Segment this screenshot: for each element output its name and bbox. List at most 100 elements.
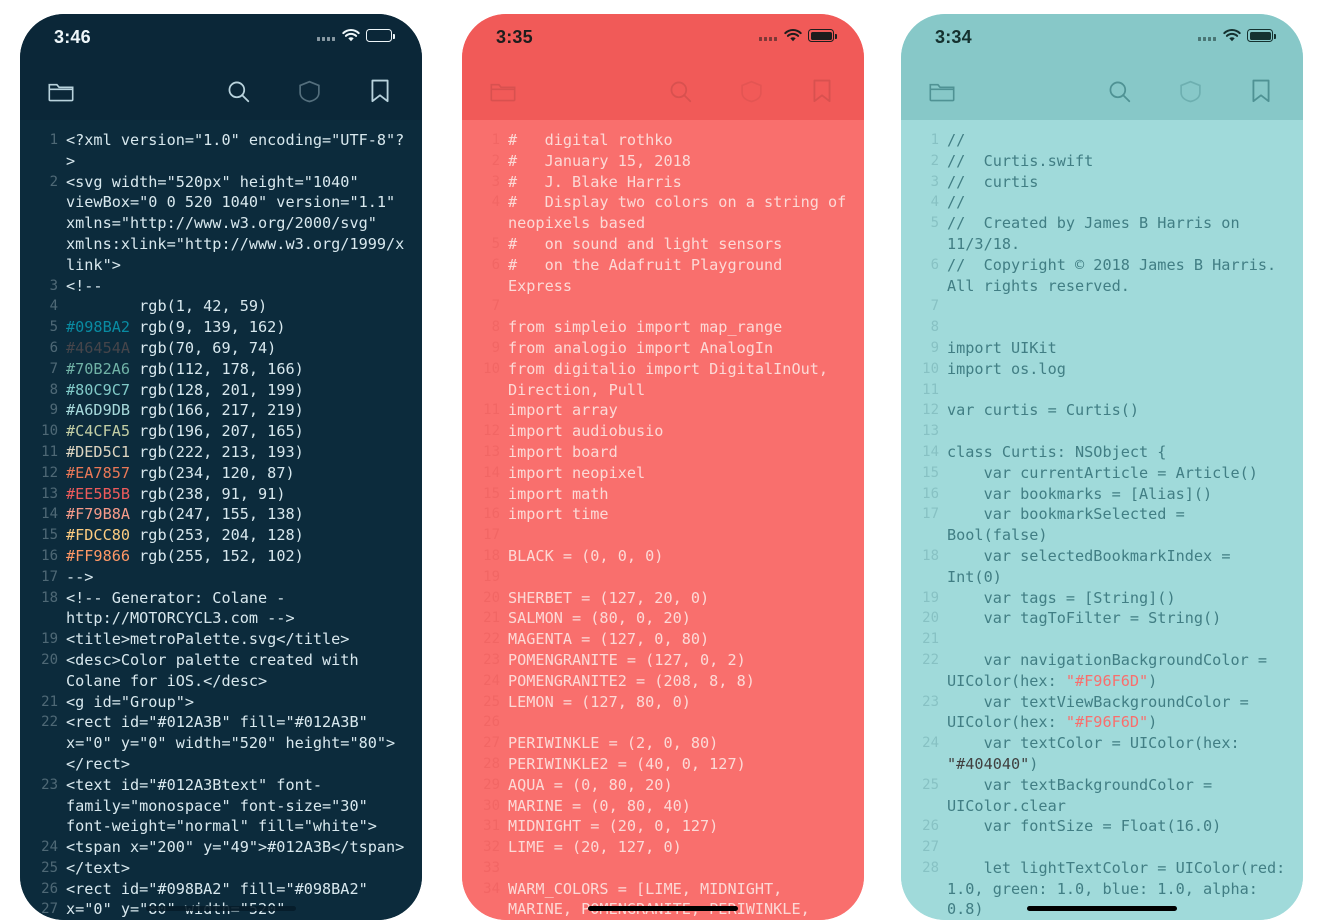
code-line: 15 import math [470, 484, 852, 505]
search-icon[interactable] [668, 79, 693, 104]
code-line: 7 [470, 296, 852, 317]
code-line: 1 // [909, 130, 1291, 151]
code-line: 16 import time [470, 504, 852, 525]
code-line: 3 <!-- [28, 276, 410, 297]
folder-icon[interactable] [490, 80, 516, 102]
code-line: 11 #DED5C1 rgb(222, 213, 193) [28, 442, 410, 463]
code-text: var tagToFilter = String() [947, 609, 1222, 628]
code-text: // Created by James B Harris on 11/3/18. [947, 214, 1249, 253]
code-editor-3[interactable]: 1 // 2 // Curtis.swift 3 // curtis 4 // 5 // Crea… [901, 120, 1303, 920]
code-text: var currentArticle = Article() [947, 463, 1258, 482]
code-text: import UIKit [947, 338, 1057, 357]
line-number: 8 [49, 381, 58, 398]
code-line: 17 var bookmarkSelected = Bool(false) [909, 504, 1291, 546]
line-number: 1 [491, 132, 500, 148]
cellular-icon [317, 30, 335, 41]
line-number: 4 [49, 298, 58, 315]
line-number: 17 [483, 527, 500, 544]
code-line: 34 WARM_COLORS = [LIME, MIDNIGHT, MARINE,… [470, 879, 852, 920]
toolbar-2 [462, 62, 864, 120]
code-line: 7 #70B2A6 rgb(112, 178, 166) [28, 359, 410, 380]
color-token: #EE5B5B [66, 484, 131, 503]
code-text: SHERBET = (127, 20, 0) [508, 588, 710, 607]
status-indicators [1198, 28, 1276, 42]
code-line: 4 // [909, 192, 1291, 213]
line-number: 9 [49, 402, 58, 419]
code-line: 27 PERIWINKLE = (2, 0, 80) [470, 733, 852, 754]
code-text: MAGENTA = (127, 0, 80) [508, 630, 710, 649]
line-number: 28 [483, 755, 500, 772]
code-line: 22 MAGENTA = (127, 0, 80) [470, 629, 852, 650]
line-number: 19 [41, 631, 58, 648]
tag-icon[interactable] [297, 79, 322, 104]
code-line: 10 import os.log [909, 359, 1291, 380]
code-line: 25 LEMON = (127, 80, 0) [470, 692, 852, 713]
code-text: var navigationBackgroundColor = UIColor(… [947, 650, 1277, 690]
code-editor-1[interactable]: 1 <?xml version="1.0" encoding="UTF-8"?> 2… [20, 120, 422, 920]
code-text: #098BA2 rgb(9, 139, 162) [66, 318, 286, 337]
code-text: <svg width="520px" height="1040" viewBox… [66, 172, 405, 274]
line-number: 20 [922, 610, 939, 627]
line-number: 14 [483, 464, 500, 481]
code-text: # on the Adafruit Playground Express [508, 255, 792, 295]
search-icon[interactable] [1107, 79, 1132, 104]
code-text: MARINE = (0, 80, 40) [508, 796, 691, 815]
phone-wrapper-1: 3:46 1 <?xml version="1.0" encoding="UTF… [0, 0, 442, 922]
code-line: 25 var textBackgroundColor = UIColor.cle… [909, 775, 1291, 817]
line-number: 18 [483, 547, 500, 564]
code-text: // Curtis.swift [947, 151, 1094, 170]
code-text: <?xml version="1.0" encoding="UTF-8"?> [66, 131, 405, 170]
cellular-icon [1198, 30, 1216, 41]
line-number: 21 [41, 693, 58, 710]
code-line: 5 #098BA2 rgb(9, 139, 162) [28, 317, 410, 338]
folder-icon[interactable] [48, 80, 74, 102]
line-number: 29 [483, 776, 500, 793]
line-number: 27 [483, 735, 500, 752]
color-token: #DED5C1 [66, 442, 131, 461]
code-text: </text> [66, 858, 131, 877]
code-line: 23 var textViewBackgroundColor = UIColor… [909, 692, 1291, 734]
bookmark-icon[interactable] [368, 78, 392, 104]
toolbar-3 [901, 62, 1303, 120]
code-line: 18 var selectedBookmarkIndex = Int(0) [909, 546, 1291, 588]
line-number: 21 [483, 610, 500, 627]
code-line: 8 #80C9C7 rgb(128, 201, 199) [28, 380, 410, 401]
tag-icon[interactable] [739, 79, 764, 104]
code-line: 2 # January 15, 2018 [470, 151, 852, 172]
line-number: 24 [41, 839, 58, 856]
line-number: 5 [930, 215, 939, 232]
code-line: 6 # on the Adafruit Playground Express [470, 255, 852, 297]
code-text: LIME = (20, 127, 0) [508, 838, 682, 857]
code-text: // curtis [947, 172, 1039, 191]
line-number: 27 [41, 901, 58, 918]
bookmark-icon[interactable] [1249, 78, 1273, 104]
code-line: 19 <title>metroPalette.svg</title> [28, 629, 410, 650]
color-token: #46454A [66, 338, 131, 357]
color-token: #FDCC80 [66, 526, 131, 545]
status-clock: 3:46 [54, 27, 91, 47]
code-line: 3 // curtis [909, 172, 1291, 193]
battery-icon [366, 29, 395, 42]
line-number: 19 [922, 589, 939, 606]
code-line: 16 var bookmarks = [Alias]() [909, 484, 1291, 505]
code-text: #80C9C7 rgb(128, 201, 199) [66, 380, 304, 399]
tag-icon[interactable] [1178, 79, 1203, 104]
color-token: #70B2A6 [66, 359, 131, 378]
status-indicators [317, 28, 395, 42]
search-icon[interactable] [226, 79, 251, 104]
code-editor-2[interactable]: 1 # digital rothko 2 # January 15, 2018 3 # J… [462, 120, 864, 920]
line-number: 23 [483, 651, 500, 668]
color-token: #FF9866 [66, 546, 131, 565]
code-text: # J. Blake Harris [508, 172, 682, 191]
line-number: 28 [922, 859, 939, 876]
line-number: 31 [483, 818, 500, 835]
code-text: #F79B8A rgb(247, 155, 138) [66, 505, 304, 524]
line-number: 15 [41, 527, 58, 544]
line-number: 11 [922, 381, 939, 398]
folder-icon[interactable] [929, 80, 955, 102]
code-text: // Copyright © 2018 James B Harris. All … [947, 255, 1286, 295]
code-line: 24 POMENGRANITE2 = (208, 8, 8) [470, 671, 852, 692]
line-number: 12 [41, 464, 58, 481]
code-line: 11 import array [470, 400, 852, 421]
bookmark-icon[interactable] [810, 78, 834, 104]
